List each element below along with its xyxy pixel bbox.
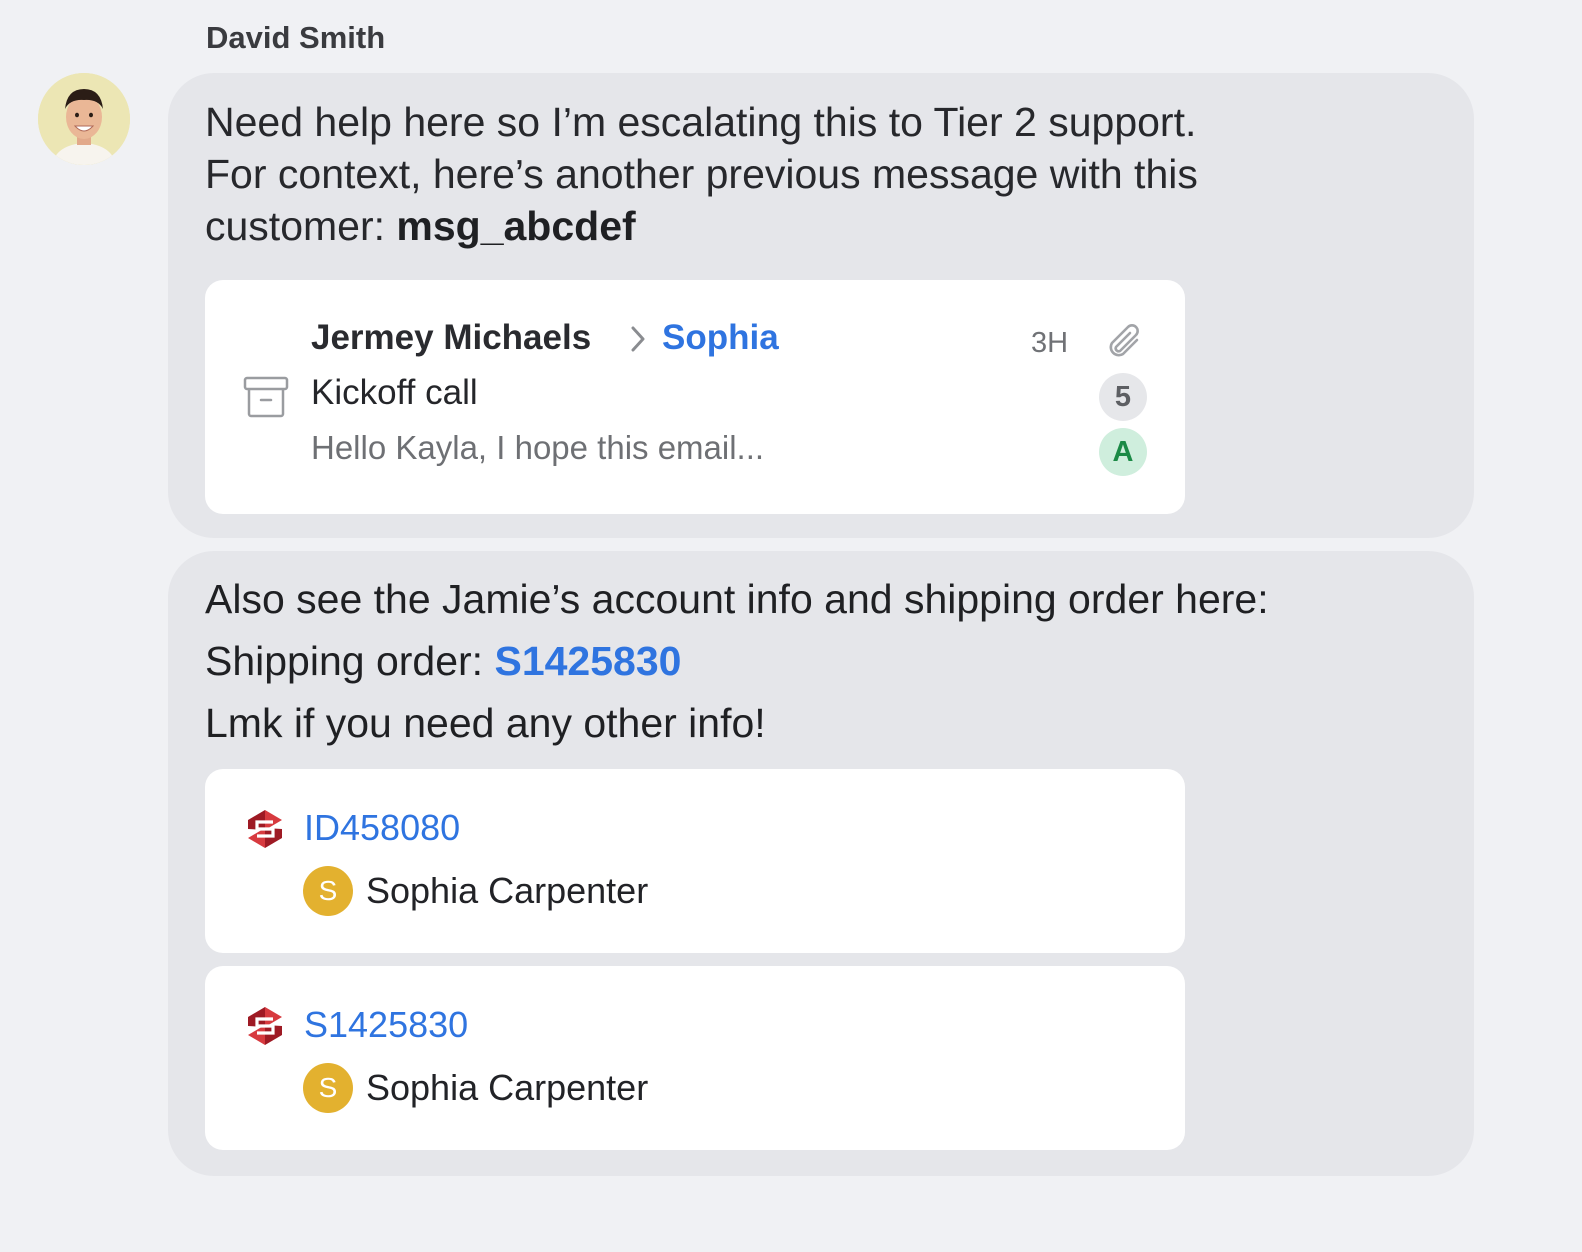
message-line-prefix: customer: — [205, 203, 397, 249]
assignee-avatar[interactable]: A — [1099, 428, 1147, 476]
message-count-badge: 5 — [1099, 373, 1147, 421]
owner-avatar: S — [303, 1063, 353, 1113]
email-to[interactable]: Sophia — [662, 318, 779, 358]
message-line: customer: msg_abcdef — [205, 200, 1405, 252]
shipping-order-link[interactable]: S1425830 — [494, 638, 681, 684]
owner-name: Sophia Carpenter — [366, 870, 649, 911]
owner-avatar: S — [303, 866, 353, 916]
email-time: 3H — [1031, 327, 1069, 359]
message-reference[interactable]: msg_abcdef — [396, 203, 635, 249]
message-line: Also see the Jamie’s account info and sh… — [205, 576, 1269, 622]
record-card[interactable]: S1425830 S Sophia Carpenter — [205, 966, 1185, 1150]
message-line-prefix: Shipping order: — [205, 638, 495, 684]
app-logo-icon — [245, 809, 285, 854]
app-logo-icon — [245, 1006, 285, 1051]
sender-name: David Smith — [206, 20, 386, 55]
message-line: For context, here’s another previous mes… — [205, 151, 1198, 197]
archive-icon — [243, 376, 289, 423]
email-preview-text: Hello Kayla, I hope this email... — [311, 429, 765, 466]
chevron-right-icon — [628, 325, 648, 358]
owner-name: Sophia Carpenter — [366, 1067, 649, 1108]
email-from: Jermey Michaels — [311, 318, 592, 357]
record-id-link[interactable]: ID458080 — [304, 807, 460, 849]
paperclip-icon — [1103, 320, 1147, 369]
message-text-1: Need help here so I’m escalating this to… — [205, 96, 1405, 252]
record-id-link[interactable]: S1425830 — [304, 1004, 468, 1046]
record-card[interactable]: ID458080 S Sophia Carpenter — [205, 769, 1185, 953]
message-bubble-1: Need help here so I’m escalating this to… — [168, 73, 1474, 538]
email-preview-card[interactable]: Jermey Michaels Sophia 3H Kickoff call H… — [205, 280, 1185, 514]
email-subject: Kickoff call — [311, 373, 478, 412]
message-line: Need help here so I’m escalating this to… — [205, 99, 1197, 145]
message-line: Lmk if you need any other info! — [205, 700, 766, 746]
message-line: Shipping order: S1425830 — [205, 638, 681, 685]
message-bubble-2: Also see the Jamie’s account info and sh… — [168, 551, 1474, 1176]
sender-avatar[interactable] — [38, 73, 130, 165]
